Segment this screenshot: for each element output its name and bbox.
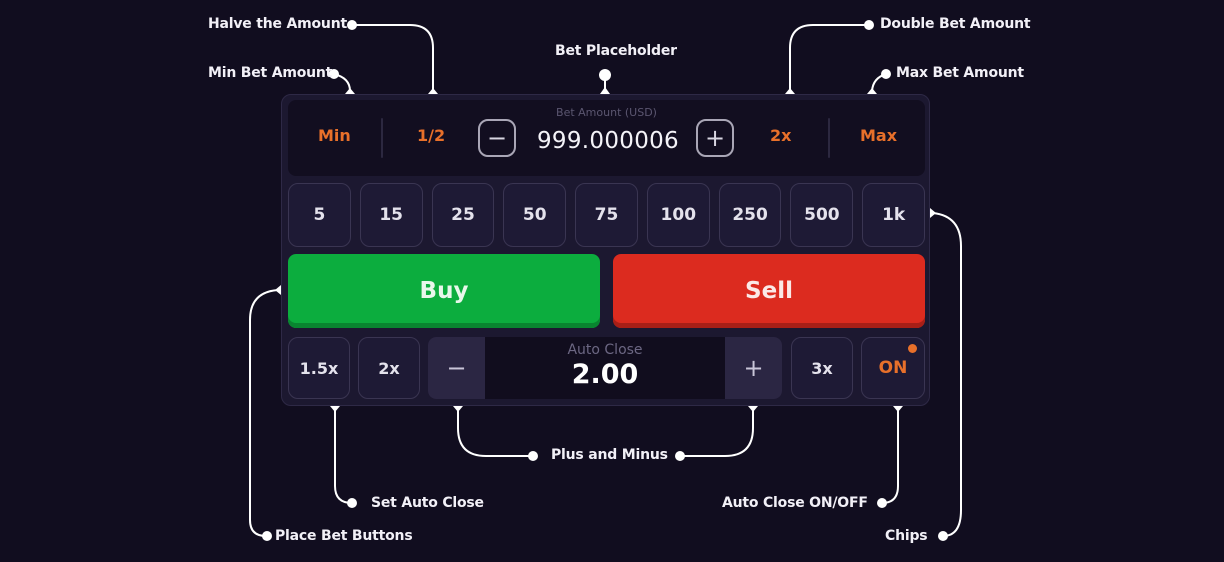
chip-button[interactable]: 250 [718, 183, 782, 247]
annotation-double: Double Bet Amount [880, 16, 1031, 32]
minus-icon: − [446, 354, 467, 382]
annotation-halve: Halve the Amount [208, 16, 347, 32]
connector-place-bet [249, 289, 279, 537]
status-dot-icon [908, 344, 917, 353]
annotation-max: Max Bet Amount [896, 65, 1024, 81]
connector-set-auto-close [334, 409, 353, 504]
minus-icon: − [486, 124, 508, 152]
auto-close-minus-button[interactable]: − [428, 337, 485, 399]
chip-button[interactable]: 5 [288, 183, 351, 247]
bet-amount-box: Bet Amount (USD) Min 1/2 − 999.000006 + … [288, 100, 925, 176]
divider [381, 118, 383, 158]
annotation-auto-close-toggle: Auto Close ON/OFF [722, 495, 868, 511]
connector-chips [932, 212, 962, 537]
auto-close-toggle[interactable]: ON [861, 337, 925, 399]
connector-plus [680, 409, 754, 457]
auto-close-plus-button[interactable]: + [725, 337, 782, 399]
chip-button[interactable]: 15 [359, 183, 423, 247]
connector-min [333, 73, 351, 92]
connector-max [871, 73, 887, 92]
auto-close-row: 1.5x 2x − Auto Close 2.00 + 3x ON [288, 337, 925, 399]
chip-button[interactable]: 1k [862, 183, 926, 247]
chip-button[interactable]: 25 [431, 183, 495, 247]
max-bet-button[interactable]: Max [860, 126, 897, 145]
annotation-chips: Chips [885, 528, 928, 544]
annotation-place-bet: Place Bet Buttons [275, 528, 413, 544]
double-bet-button[interactable]: 2x [770, 126, 791, 145]
connector-halve [352, 24, 434, 91]
min-bet-button[interactable]: Min [318, 126, 351, 145]
connector-minus [457, 409, 533, 457]
annotation-min: Min Bet Amount [208, 65, 333, 81]
connector-double [789, 24, 869, 91]
auto-close-preset-button[interactable]: 1.5x [288, 337, 350, 399]
annotation-set-auto-close: Set Auto Close [371, 495, 484, 511]
chip-button[interactable]: 100 [646, 183, 710, 247]
auto-close-value[interactable]: 2.00 [485, 359, 725, 390]
bet-panel: Bet Amount (USD) Min 1/2 − 999.000006 + … [281, 94, 930, 406]
bet-amount-label: Bet Amount (USD) [556, 106, 657, 119]
chip-button[interactable]: 500 [790, 183, 854, 247]
chip-button[interactable]: 75 [575, 183, 638, 247]
bet-amount-value[interactable]: 999.000006 [518, 128, 698, 154]
auto-close-input: − Auto Close 2.00 + [428, 337, 782, 399]
increase-bet-button[interactable]: + [696, 119, 734, 157]
auto-close-preset-button[interactable]: 3x [791, 337, 853, 399]
plus-icon: + [704, 124, 726, 152]
sell-button[interactable]: Sell [613, 254, 925, 328]
chips-row: 5 15 25 50 75 100 250 500 1k [288, 183, 926, 247]
auto-close-label: Auto Close [567, 342, 643, 358]
plus-icon: + [743, 354, 764, 382]
decrease-bet-button[interactable]: − [478, 119, 516, 157]
annotation-placeholder: Bet Placeholder [555, 43, 677, 59]
auto-close-toggle-label: ON [878, 358, 908, 378]
annotation-plus-minus: Plus and Minus [551, 447, 668, 463]
divider [828, 118, 830, 158]
halve-bet-button[interactable]: 1/2 [417, 126, 445, 145]
buy-button[interactable]: Buy [288, 254, 600, 328]
chip-button[interactable]: 50 [503, 183, 567, 247]
auto-close-preset-button[interactable]: 2x [358, 337, 420, 399]
connector-toggle [881, 409, 899, 504]
